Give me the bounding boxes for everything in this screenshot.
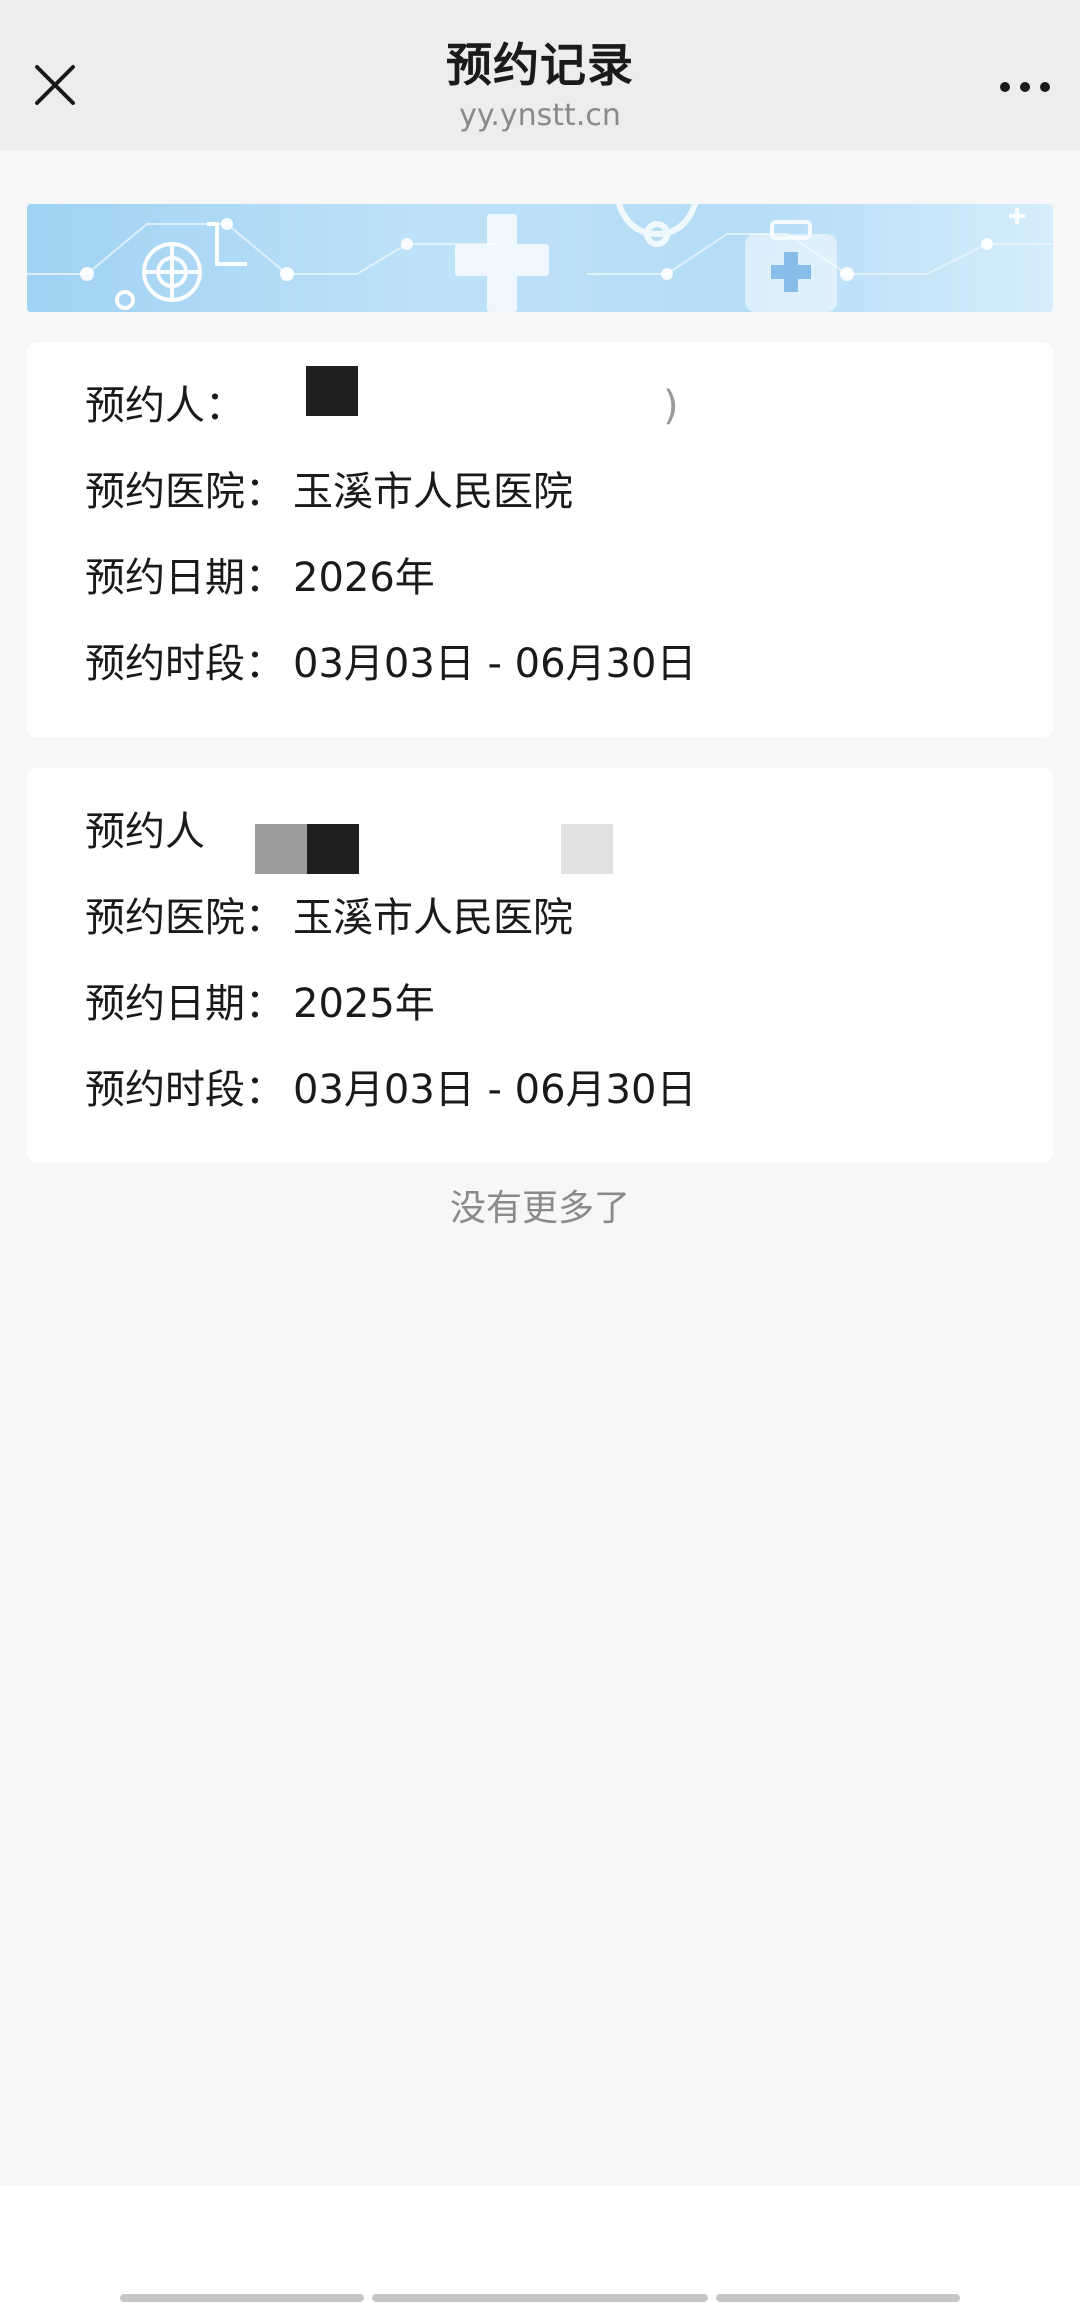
record-date-row: 预约日期： 2026年 (85, 548, 435, 608)
hospital-value: 玉溪市人民医院 (293, 895, 573, 941)
record-person-row: 预约人 (85, 802, 205, 862)
home-indicator (372, 2294, 708, 2302)
redacted-name (307, 824, 359, 874)
period-value: 03月03日 - 06月30日 (293, 641, 697, 687)
home-indicator (716, 2294, 960, 2302)
bottom-area (0, 2186, 1080, 2304)
page-title: 预约记录 (446, 38, 634, 92)
hospital-label: 预约医院： (85, 895, 285, 941)
medical-banner (27, 204, 1053, 312)
close-icon[interactable] (33, 63, 77, 111)
title-block: 预约记录 yy.ynstt.cn (240, 36, 840, 136)
date-value: 2025年 (293, 981, 435, 1027)
more-button[interactable] (994, 56, 1056, 118)
page-domain: yy.ynstt.cn (459, 98, 621, 133)
record-period-row: 预约时段： 03月03日 - 06月30日 (85, 634, 696, 694)
date-label: 预约日期： (85, 981, 285, 1027)
record-date-row: 预约日期： 2025年 (85, 974, 435, 1034)
hospital-value: 玉溪市人民医院 (293, 469, 573, 515)
record-person-row: 预约人： (85, 376, 245, 436)
person-label: 预约人： (85, 383, 245, 429)
redacted-name (306, 366, 358, 416)
medical-banner-image (27, 204, 1053, 312)
no-more-text: 没有更多了 (449, 1188, 630, 1229)
appointment-record-card: 预约人 预约医院： 玉溪市人民医院 预约日期： 2025年 预约时段： 03月0… (27, 768, 1053, 1163)
period-label: 预约时段： (85, 1067, 285, 1113)
person-suffix: ) (663, 383, 679, 429)
date-value: 2026年 (293, 555, 435, 601)
period-value: 03月03日 - 06月30日 (293, 1067, 697, 1113)
date-label: 预约日期： (85, 555, 285, 601)
hospital-label: 预约医院： (85, 469, 285, 515)
redacted-name (358, 366, 398, 416)
record-hospital-row: 预约医院： 玉溪市人民医院 (85, 888, 573, 948)
record-period-row: 预约时段： 03月03日 - 06月30日 (85, 1060, 696, 1120)
nav-header: 预约记录 yy.ynstt.cn (0, 0, 1080, 150)
period-label: 预约时段： (85, 641, 285, 687)
close-button[interactable] (24, 56, 86, 118)
redacted-name (561, 824, 613, 874)
record-hospital-row: 预约医院： 玉溪市人民医院 (85, 462, 573, 522)
home-indicator (120, 2294, 364, 2302)
person-label: 预约人 (85, 809, 205, 855)
appointment-record-card: 预约人： ) 预约医院： 玉溪市人民医院 预约日期： 2026年 预约时段： 0… (27, 342, 1053, 737)
redacted-name (255, 824, 307, 874)
more-dots-icon[interactable] (999, 78, 1051, 97)
